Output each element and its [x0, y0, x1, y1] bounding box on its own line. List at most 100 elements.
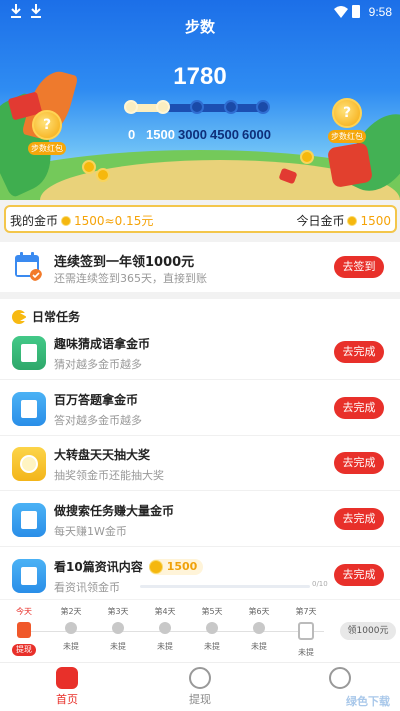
coin-decoration [82, 160, 96, 174]
task-title-wrap: 看10篇资讯内容 1500 [54, 558, 204, 575]
day-status: 未提 [298, 648, 314, 657]
day-item[interactable]: 第4天 未提 [145, 605, 185, 652]
task-desc: 答对越多金币越多 [54, 414, 142, 427]
home-icon [56, 667, 78, 689]
day-item[interactable]: 第2天 未提 [51, 605, 91, 652]
milestone-label: 6000 [242, 127, 271, 142]
today-gold-value: 1500 [360, 213, 391, 228]
calendar-icon [15, 252, 42, 281]
task-row-search: 做搜索任务赚大量金币 每天赚1W金币 去完成 [0, 491, 400, 547]
nav-withdraw-label: 提现 [189, 693, 211, 706]
download-icon [31, 4, 41, 18]
coin-decoration [300, 150, 314, 164]
claim-1000-badge[interactable]: 领1000元 [340, 622, 396, 640]
day-label: 今天 [16, 607, 32, 616]
day-status: 未提 [157, 642, 173, 651]
task-go-button[interactable]: 去完成 [334, 397, 384, 419]
coin-reward-value: 1500 [166, 560, 198, 573]
day-item[interactable]: 第3天 未提 [98, 605, 138, 652]
day-item[interactable]: 第7天 未提 [286, 605, 326, 658]
gold-summary-bar[interactable]: 我的金币 1500≈0.15元 今日金币 1500 [4, 205, 397, 233]
day-status: 未提 [63, 642, 79, 651]
milestone-dot [224, 100, 238, 114]
book-icon [12, 336, 46, 370]
redpack-label: 步数红包 [28, 142, 66, 155]
task-desc: 抽奖领金币还能抽大奖 [54, 469, 164, 482]
wallet-icon [189, 667, 211, 689]
news-progress-count: 0/10 [312, 580, 328, 588]
signin-button[interactable]: 去签到 [334, 256, 384, 278]
task-row-wheel: 大转盘天天抽大奖 抽奖领金币还能抽大奖 去完成 [0, 435, 400, 491]
nav-withdraw[interactable]: 提现 [170, 667, 230, 707]
task-go-button[interactable]: 去完成 [334, 341, 384, 363]
lock-icon [206, 622, 218, 634]
lock-icon [65, 622, 77, 634]
day-item[interactable]: 第5天 未提 [192, 605, 232, 652]
milestone-dot [124, 100, 138, 114]
lucky-wheel-icon [12, 447, 46, 481]
task-title: 百万答题拿金币 [54, 393, 139, 407]
lock-icon [159, 622, 171, 634]
nav-home[interactable]: 首页 [37, 667, 97, 707]
task-row-news: 看10篇资讯内容 1500 看资讯领金币 去完成 [0, 547, 400, 603]
step-redpack-right[interactable]: ? 步数红包 [328, 98, 366, 143]
battery-icon [352, 5, 360, 18]
day-label: 第3天 [107, 607, 129, 616]
watermark-text: 绿色下载 [346, 695, 390, 708]
step-progress-bar [124, 100, 270, 114]
lock-icon [253, 622, 265, 634]
day-status: 未提 [251, 642, 267, 651]
day-label: 第2天 [60, 607, 82, 616]
news-progress-bar [140, 585, 310, 588]
milestone-dot [156, 100, 170, 114]
day-item-today[interactable]: 今天 提现 [4, 605, 44, 656]
profile-icon [329, 667, 351, 689]
question-icon: ? [332, 98, 362, 128]
day-label: 第6天 [248, 607, 270, 616]
milestone-dot [256, 100, 270, 114]
red-envelope-icon [17, 622, 31, 638]
lock-icon [112, 622, 124, 634]
today-gold-label: 今日金币 [296, 214, 345, 228]
today-gold: 今日金币 1500 [296, 212, 391, 229]
my-gold-value: 1500≈0.15元 [74, 214, 154, 228]
seven-day-withdraw-bar: 今天 提现 第2天 未提 第3天 未提 第4天 未提 第5天 未提 第6天 未提… [0, 600, 400, 662]
coin-decoration [96, 168, 110, 182]
news-icon [12, 559, 46, 593]
milestone-label: 1500 [146, 127, 175, 142]
task-title: 趣味猜成语拿金币 [54, 337, 151, 351]
nav-home-label: 首页 [56, 693, 78, 706]
wifi-icon [334, 6, 348, 18]
task-row-quiz: 百万答题拿金币 答对越多金币越多 去完成 [0, 380, 400, 436]
task-go-button[interactable]: 去完成 [334, 452, 384, 474]
coin-icon [347, 215, 358, 226]
question-icon: ? [32, 110, 62, 140]
clock: 9:58 [368, 5, 392, 19]
task-list-icon [12, 309, 27, 324]
task-go-button[interactable]: 去完成 [334, 508, 384, 530]
daily-tasks-title: 日常任务 [32, 310, 81, 324]
day-label: 第7天 [295, 607, 317, 616]
signin-title: 连续签到一年领1000元 [54, 255, 195, 270]
step-redpack-left[interactable]: ? 步数红包 [28, 110, 66, 155]
status-bar: 9:58 [0, 0, 400, 24]
search-task-icon [12, 503, 46, 537]
day-label: 第4天 [154, 607, 176, 616]
daily-tasks-heading: 日常任务 [12, 308, 80, 325]
milestone-dot [190, 100, 204, 114]
gift-decoration [326, 141, 374, 189]
steps-header: 步数 1780 0 1500 3000 4500 6000 ? 步数红包 ? 步… [0, 0, 400, 200]
task-desc: 猜对越多金币越多 [54, 358, 142, 371]
task-title: 大转盘天天抽大奖 [54, 448, 151, 462]
quiz-icon [12, 392, 46, 426]
step-count: 1780 [173, 63, 227, 90]
task-go-button[interactable]: 去完成 [334, 564, 384, 586]
milestone-label: 3000 [178, 127, 207, 142]
task-title: 做搜索任务赚大量金币 [54, 504, 175, 518]
my-gold-label: 我的金币 [10, 214, 59, 228]
redpack-label: 步数红包 [328, 130, 366, 143]
day-item[interactable]: 第6天 未提 [239, 605, 279, 652]
nav-profile[interactable] [310, 667, 370, 691]
my-gold: 我的金币 1500≈0.15元 [10, 212, 153, 229]
task-row-idiom: 趣味猜成语拿金币 猜对越多金币越多 去完成 [0, 324, 400, 380]
